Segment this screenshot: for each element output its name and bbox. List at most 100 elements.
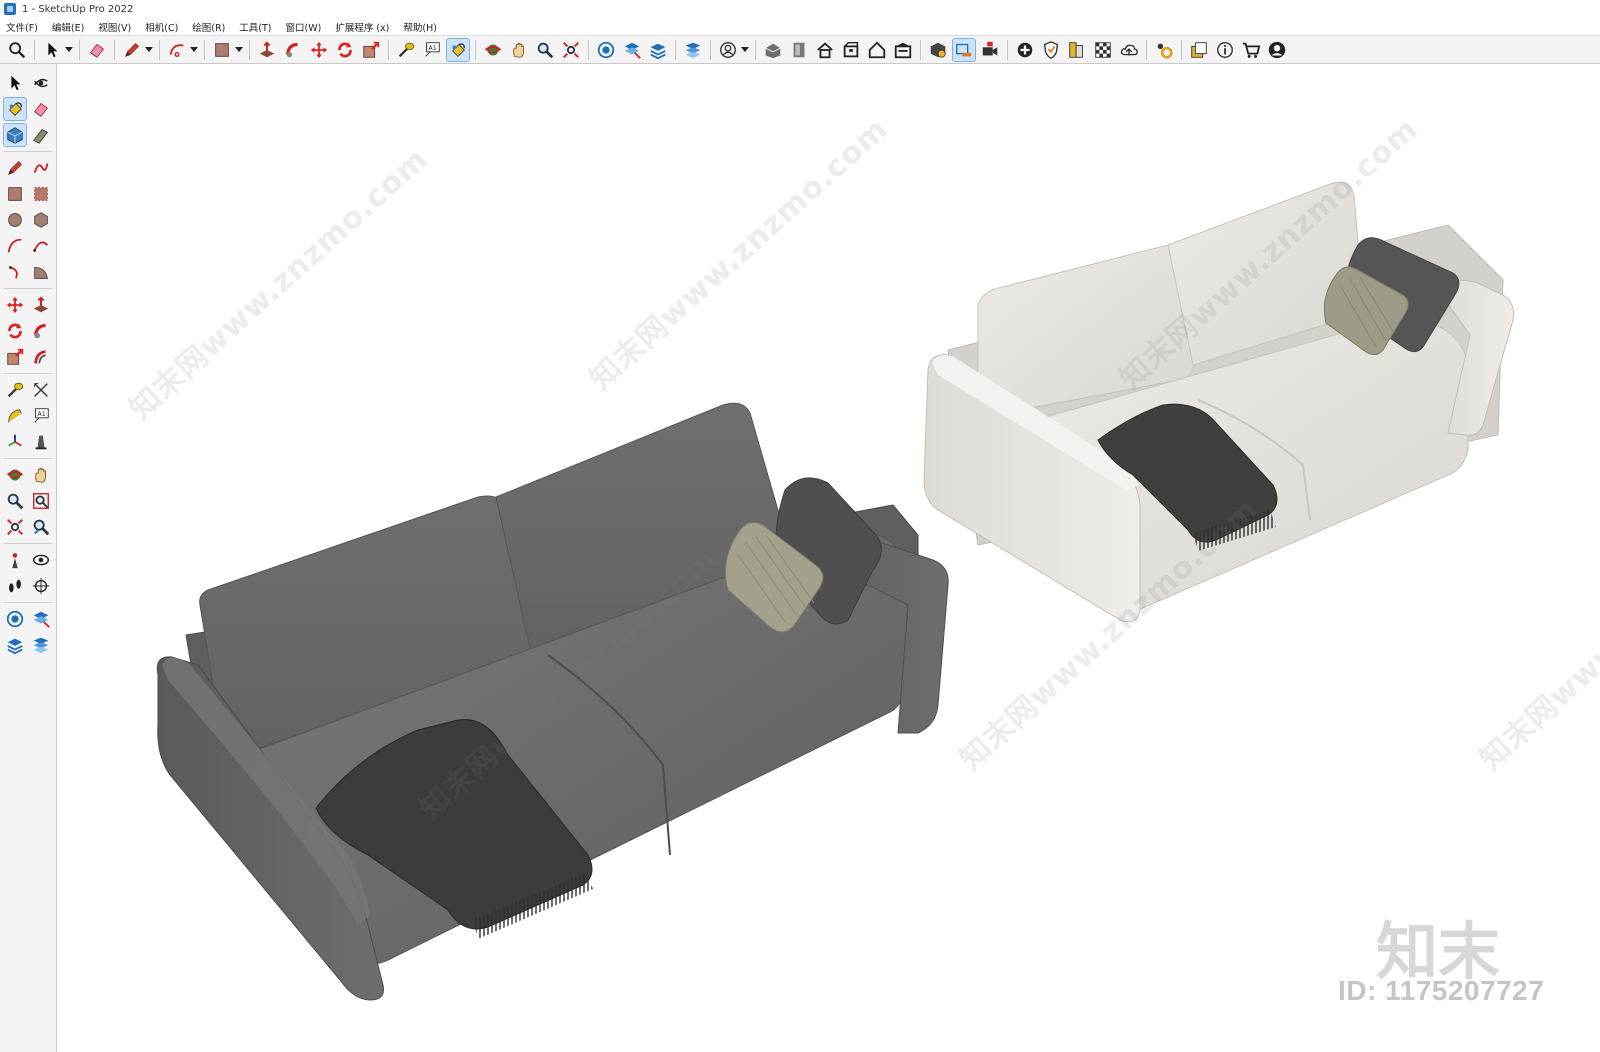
extension-manager-button[interactable] — [1153, 39, 1175, 61]
pan-button[interactable] — [508, 39, 530, 61]
3d-warehouse-button[interactable] — [762, 39, 784, 61]
rotate-tool-button[interactable] — [4, 320, 26, 342]
box-button[interactable] — [840, 39, 862, 61]
account-button[interactable] — [717, 39, 739, 61]
model-scene[interactable] — [58, 65, 1600, 1052]
move-button[interactable] — [308, 39, 330, 61]
menu-item-7[interactable]: 扩展程序 (x) — [333, 19, 391, 35]
menu-item-2[interactable]: 视图(V) — [96, 19, 133, 35]
paint-bucket-button[interactable] — [446, 37, 470, 62]
cloud-button[interactable] — [1118, 39, 1140, 61]
user-button[interactable] — [1266, 39, 1288, 61]
home-button[interactable] — [866, 39, 888, 61]
offset-tool-button[interactable] — [30, 346, 52, 368]
zoom-extents-button[interactable] — [560, 39, 582, 61]
chevron-down-icon[interactable] — [190, 39, 198, 61]
info-button[interactable] — [1214, 39, 1236, 61]
checker-button[interactable] — [1092, 39, 1114, 61]
text-tool-button[interactable]: A1 — [30, 405, 52, 427]
house-button[interactable] — [814, 39, 836, 61]
dimension-tool-button[interactable] — [30, 379, 52, 401]
tag-tool-button[interactable] — [30, 124, 52, 146]
tape-measure-button[interactable] — [395, 39, 417, 61]
garage-button[interactable] — [892, 39, 914, 61]
menu-item-8[interactable]: 帮助(H) — [401, 19, 439, 35]
select-tool-button[interactable] — [4, 72, 26, 94]
menu-item-0[interactable]: 文件(F) — [4, 19, 40, 35]
two-point-arc-tool-button[interactable] — [30, 235, 52, 257]
previous-view-tool-button[interactable] — [30, 516, 52, 538]
component-tool-button[interactable] — [3, 123, 27, 147]
menu-item-4[interactable]: 绘图(R) — [190, 19, 227, 35]
sandbox-tool-button[interactable] — [4, 608, 26, 630]
menu-item-6[interactable]: 窗口(W) — [284, 19, 324, 35]
zoom-window-tool-button[interactable] — [30, 490, 52, 512]
scenes-button[interactable] — [952, 37, 976, 62]
smoove-tool-button[interactable] — [30, 608, 52, 630]
materials-button[interactable] — [1066, 39, 1088, 61]
section-plane-tool-button[interactable] — [30, 575, 52, 597]
orbit-tool-button[interactable] — [30, 72, 52, 94]
zoom-extents-tool-button[interactable] — [4, 516, 26, 538]
text-button[interactable]: A1 — [421, 39, 443, 61]
arc-tool-button[interactable] — [4, 235, 26, 257]
styles-button[interactable] — [927, 39, 949, 61]
chevron-down-icon[interactable] — [741, 39, 749, 61]
axes-tool-button[interactable] — [4, 431, 26, 453]
add-button[interactable] — [1014, 39, 1036, 61]
polygon-tool-button[interactable] — [30, 209, 52, 231]
move-tool-button[interactable] — [4, 294, 26, 316]
orbit-nav-tool-button[interactable] — [4, 464, 26, 486]
stamp-tool-button[interactable] — [4, 634, 26, 656]
model-viewport[interactable]: 知末网www.znzmo.com 知末网www.znzmo.com 知末网www… — [58, 65, 1600, 1052]
section-plane-button[interactable] — [621, 39, 643, 61]
solid-tools-button[interactable] — [682, 39, 704, 61]
scale-button[interactable] — [360, 39, 382, 61]
rectangle-button[interactable] — [211, 39, 233, 61]
video-button[interactable] — [979, 39, 1001, 61]
circle-tool-button[interactable] — [4, 209, 26, 231]
pie-tool-button[interactable] — [30, 261, 52, 283]
scale-tool-button[interactable] — [4, 346, 26, 368]
chevron-down-icon[interactable] — [65, 39, 73, 61]
line-tool-button[interactable] — [4, 157, 26, 179]
zoom-button[interactable] — [6, 39, 28, 61]
layers-button[interactable] — [647, 39, 669, 61]
orbit-button[interactable] — [482, 39, 504, 61]
menu-item-3[interactable]: 相机(C) — [143, 19, 180, 35]
pencil-button[interactable] — [121, 39, 143, 61]
rotated-rect-tool-button[interactable] — [30, 183, 52, 205]
walk-tool-button[interactable] — [4, 575, 26, 597]
components-button[interactable] — [788, 39, 810, 61]
paint-bucket-tool-button[interactable] — [3, 97, 27, 121]
menu-item-5[interactable]: 工具(T) — [237, 19, 273, 35]
cart-button[interactable] — [1240, 39, 1262, 61]
menu-item-1[interactable]: 编辑(E) — [50, 19, 86, 35]
shield-button[interactable] — [1040, 39, 1062, 61]
rotate-button[interactable] — [334, 39, 356, 61]
arc-button[interactable] — [166, 39, 188, 61]
push-pull-button[interactable] — [256, 39, 278, 61]
look-around-tool-button[interactable] — [30, 549, 52, 571]
drape-tool-button[interactable] — [30, 634, 52, 656]
zoom-nav-tool-button[interactable] — [4, 490, 26, 512]
freehand-tool-button[interactable] — [30, 157, 52, 179]
eraser-button[interactable] — [86, 39, 108, 61]
follow-me-tool-button[interactable] — [30, 320, 52, 342]
zoom-tool-button[interactable] — [534, 39, 556, 61]
position-camera-tool-button[interactable] — [4, 549, 26, 571]
rectangle-tool-button[interactable] — [4, 183, 26, 205]
three-point-arc-tool-button[interactable] — [4, 261, 26, 283]
window-button[interactable] — [1188, 39, 1210, 61]
tape-measure-tool-button[interactable] — [4, 379, 26, 401]
protractor-tool-button[interactable] — [4, 405, 26, 427]
select-button[interactable] — [41, 39, 63, 61]
chevron-down-icon[interactable] — [235, 39, 243, 61]
3d-text-tool-button[interactable] — [30, 431, 52, 453]
sandbox-button[interactable] — [595, 39, 617, 61]
push-pull-tool-button[interactable] — [30, 294, 52, 316]
follow-me-button[interactable] — [282, 39, 304, 61]
pan-tool-button[interactable] — [30, 464, 52, 486]
chevron-down-icon[interactable] — [145, 39, 153, 61]
eraser-tool-button[interactable] — [30, 98, 52, 120]
